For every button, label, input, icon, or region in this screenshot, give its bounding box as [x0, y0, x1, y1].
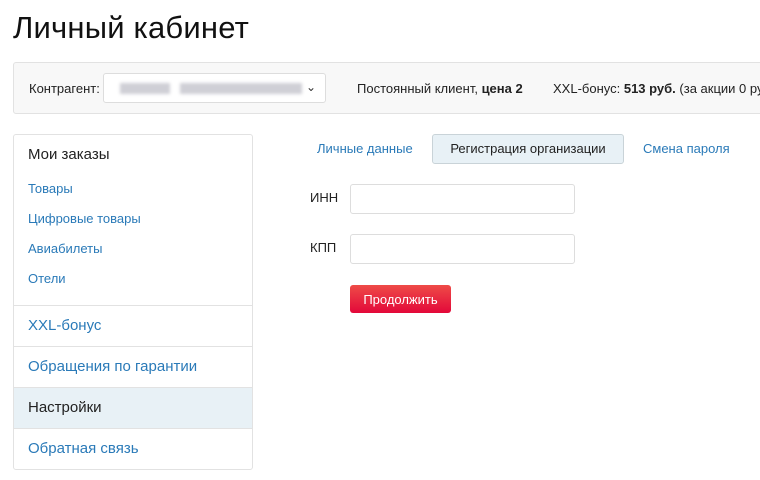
page-title: Личный кабинет — [13, 10, 250, 45]
bonus-info: XXL-бонус: 513 руб. (за акции 0 руб.) — [553, 81, 760, 96]
chevron-down-icon: ⌄ — [305, 80, 316, 94]
sidebar-item-settings[interactable]: Настройки — [14, 388, 252, 428]
sidebar-item-feedback[interactable]: Обратная связь — [14, 429, 252, 469]
sidebar-item-xxl-bonus[interactable]: XXL-бонус — [14, 306, 252, 346]
sidebar-link-goods[interactable]: Товары — [28, 181, 73, 196]
sidebar: Мои заказы Товары Цифровые товары Авиаби… — [13, 134, 253, 470]
kpp-input[interactable] — [350, 234, 575, 264]
bonus-label: XXL-бонус: — [553, 81, 624, 96]
sidebar-link-flights[interactable]: Авиабилеты — [28, 241, 102, 256]
tab-change-password[interactable]: Смена пароля — [643, 134, 730, 164]
kpp-label: КПП — [310, 240, 337, 255]
client-prefix: Постоянный клиент, — [357, 81, 482, 96]
sidebar-item-warranty[interactable]: Обращения по гарантии — [14, 347, 252, 387]
inn-label: ИНН — [310, 190, 339, 205]
bonus-note: (за акции 0 руб.) — [679, 81, 760, 96]
sidebar-link-hotels[interactable]: Отели — [28, 271, 66, 286]
continue-button[interactable]: Продолжить — [350, 285, 451, 313]
bonus-value: 513 руб. — [623, 81, 676, 96]
tab-personal-data[interactable]: Личные данные — [317, 134, 413, 164]
sidebar-orders-title: Мои заказы — [28, 146, 110, 163]
contragent-select[interactable]: ⌄ — [103, 73, 326, 103]
sidebar-link-digital[interactable]: Цифровые товары — [28, 211, 141, 226]
client-level: цена 2 — [481, 81, 523, 96]
contragent-label: Контрагент: — [29, 81, 100, 96]
inn-input[interactable] — [350, 184, 575, 214]
tab-org-registration[interactable]: Регистрация организации — [432, 134, 624, 164]
client-status: Постоянный клиент, цена 2 — [357, 81, 523, 96]
